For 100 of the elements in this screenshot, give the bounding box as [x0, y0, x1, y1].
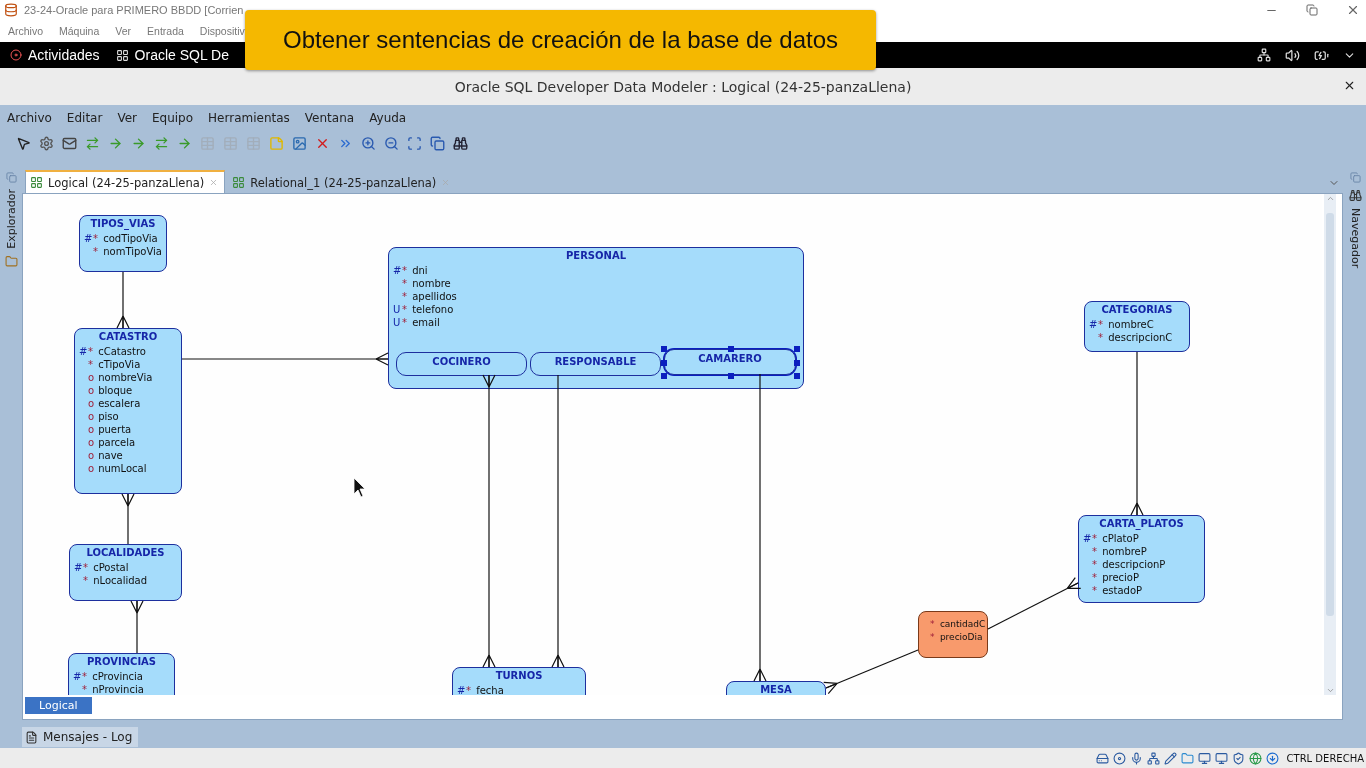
copy-icon[interactable]	[428, 134, 446, 152]
entity-name: MESA	[759, 684, 793, 695]
association-box[interactable]: * cantidadC * precioDia	[918, 611, 988, 658]
log-tab-label: Mensajes - Log	[43, 730, 133, 744]
entity-box[interactable]: CATASTRO #* cCatastro * cTipoVia o nombreVia o bloque o escalera o piso o puerta o parcela o nave o numLocal	[74, 328, 182, 494]
entity-attribute: * nombreP	[1091, 545, 1148, 558]
menu-item[interactable]: Herramientas	[208, 111, 290, 125]
scroll-up-icon[interactable]	[1325, 194, 1335, 203]
entity-box[interactable]: MESA	[726, 681, 826, 695]
menu-item[interactable]: Ayuda	[369, 111, 407, 125]
selection-handle[interactable]	[728, 373, 734, 379]
scroll-down-icon[interactable]	[1325, 686, 1335, 695]
menu-item[interactable]: Archivo	[8, 25, 43, 37]
zoom-in-icon[interactable]	[359, 134, 377, 152]
folder-icon[interactable]	[1180, 751, 1194, 765]
zoom-out-icon[interactable]	[382, 134, 400, 152]
entity-attribute: #* cCatastro	[79, 345, 147, 358]
settings-icon[interactable]	[37, 134, 55, 152]
entity-attribute: * descripcionC	[1097, 331, 1174, 344]
subtype-box[interactable]: COCINERO	[396, 352, 527, 376]
relationship-line[interactable]	[482, 374, 496, 668]
optical-disc-icon[interactable]	[1112, 751, 1126, 765]
entity-box[interactable]: CATEGORIAS #* nombreC * descripcionC	[1084, 301, 1190, 352]
side-panel-tab[interactable]: Navegador	[1348, 208, 1362, 269]
entity-box[interactable]: TURNOS #* fecha	[452, 667, 586, 695]
entity-box[interactable]: TIPOS_VIAS #* codTipoVia * nomTipoVia	[79, 215, 167, 272]
relationship-line[interactable]	[753, 373, 767, 682]
entity-name: TIPOS_VIAS	[89, 218, 157, 229]
network-icon[interactable]	[1257, 48, 1271, 62]
selection-handle[interactable]	[661, 373, 667, 379]
activities-icon[interactable]	[10, 49, 22, 61]
app-icon	[115, 48, 129, 62]
window-title: 23-24-Oracle para PRIMERO BBDD [Corrien	[24, 4, 244, 16]
entity-attribute: #* cPostal	[74, 561, 130, 574]
app-menu[interactable]: Oracle SQL De	[134, 47, 229, 63]
entity-attribute: * cTipoVia	[87, 358, 142, 371]
relationship-line[interactable]	[181, 352, 389, 366]
entity-attribute: * estadoP	[1091, 584, 1144, 597]
pencil-icon[interactable]	[1163, 751, 1177, 765]
menu-item[interactable]: Archivo	[7, 111, 52, 125]
document-icon	[25, 730, 38, 744]
log-tab[interactable]: Mensajes - Log	[22, 727, 139, 747]
side-panel-tab[interactable]: Explorador	[4, 189, 18, 249]
monitor-icon[interactable]	[1197, 751, 1211, 765]
host-key-label: CTRL DERECHA	[1286, 752, 1364, 764]
editor-tab[interactable]: Relational_1 (24-25-panzaLlena)	[227, 171, 458, 193]
entity-name: CATEGORIAS	[1100, 304, 1174, 315]
relationship-line[interactable]	[121, 493, 135, 545]
menu-item[interactable]: Editar	[66, 111, 103, 125]
selection-handle[interactable]	[661, 360, 667, 366]
globe-icon[interactable]	[1248, 751, 1262, 765]
entity-box[interactable]: PROVINCIAS #* cProvincia * nProvincia	[68, 653, 175, 695]
entity-attribute: * nomTipoVia	[92, 245, 162, 258]
entity-attribute: * cantidadC	[929, 618, 985, 631]
selection-handle[interactable]	[794, 346, 800, 352]
shield-icon[interactable]	[1231, 751, 1245, 765]
entity-box[interactable]: CARTA_PLATOS #* cPlatoP * nombreP * descripcionP * precioP * estadoP	[1078, 515, 1205, 603]
menu-item[interactable]: Máquina	[59, 25, 100, 37]
download-icon[interactable]	[1265, 751, 1279, 765]
entity-attribute: * nProvincia	[81, 683, 145, 695]
monitor-icon[interactable]	[1214, 751, 1228, 765]
relationship-line[interactable]	[823, 649, 919, 695]
menu-item[interactable]: Ver	[115, 25, 132, 37]
binoculars-icon[interactable]	[451, 134, 469, 152]
entity-attribute: #* dni	[393, 264, 429, 277]
entity-name: CARTA_PLATOS	[1098, 518, 1185, 529]
editor-tab[interactable]: Logical (24-25-panzaLlena)	[25, 170, 226, 193]
selection-handle[interactable]	[661, 346, 667, 352]
selection-handle[interactable]	[794, 373, 800, 379]
relationship-line[interactable]	[116, 271, 130, 329]
close-icon[interactable]	[1343, 79, 1356, 92]
activities-button[interactable]: Actividades	[28, 47, 100, 63]
entity-name: PERSONAL	[564, 250, 627, 261]
restore-icon[interactable]	[1306, 4, 1318, 16]
menu-item[interactable]: Dispositiv	[199, 25, 245, 37]
menu-item[interactable]: Equipo	[152, 111, 194, 125]
entity-attribute: * precioP	[1091, 571, 1140, 584]
binoculars-icon[interactable]	[1348, 189, 1362, 202]
microphone-icon[interactable]	[1129, 751, 1143, 765]
menu-item[interactable]: Ventana	[304, 111, 355, 125]
folder-icon[interactable]	[4, 254, 18, 268]
scrollbar[interactable]	[1324, 194, 1336, 695]
entity-box[interactable]: PERSONAL #* dni * nombre * apellidos U * telefono U * email COCINERO RESPONSABLE CAMARERO	[388, 247, 804, 389]
mouse-cursor-icon	[353, 477, 366, 498]
view-tab[interactable]: Logical	[25, 697, 92, 714]
relationship-line[interactable]	[1130, 351, 1144, 516]
relationship-line[interactable]	[551, 374, 565, 668]
selection-handle[interactable]	[794, 360, 800, 366]
volume-icon[interactable]	[1285, 47, 1300, 63]
menu-item[interactable]: Entrada	[147, 25, 184, 37]
fit-screen-icon[interactable]	[405, 134, 423, 152]
entity-box[interactable]: LOCALIDADES #* cPostal * nLocalidad	[69, 544, 182, 601]
menu-item[interactable]: Ver	[117, 111, 137, 125]
image-icon[interactable]	[290, 134, 308, 152]
relationship-line[interactable]	[130, 600, 144, 654]
entity-attribute: #* fecha	[457, 684, 505, 695]
selection-handle[interactable]	[728, 346, 734, 352]
relationship-line[interactable]	[987, 577, 1082, 630]
subtype-box[interactable]: RESPONSABLE	[530, 352, 661, 376]
entity-attribute: o numLocal	[87, 462, 148, 475]
